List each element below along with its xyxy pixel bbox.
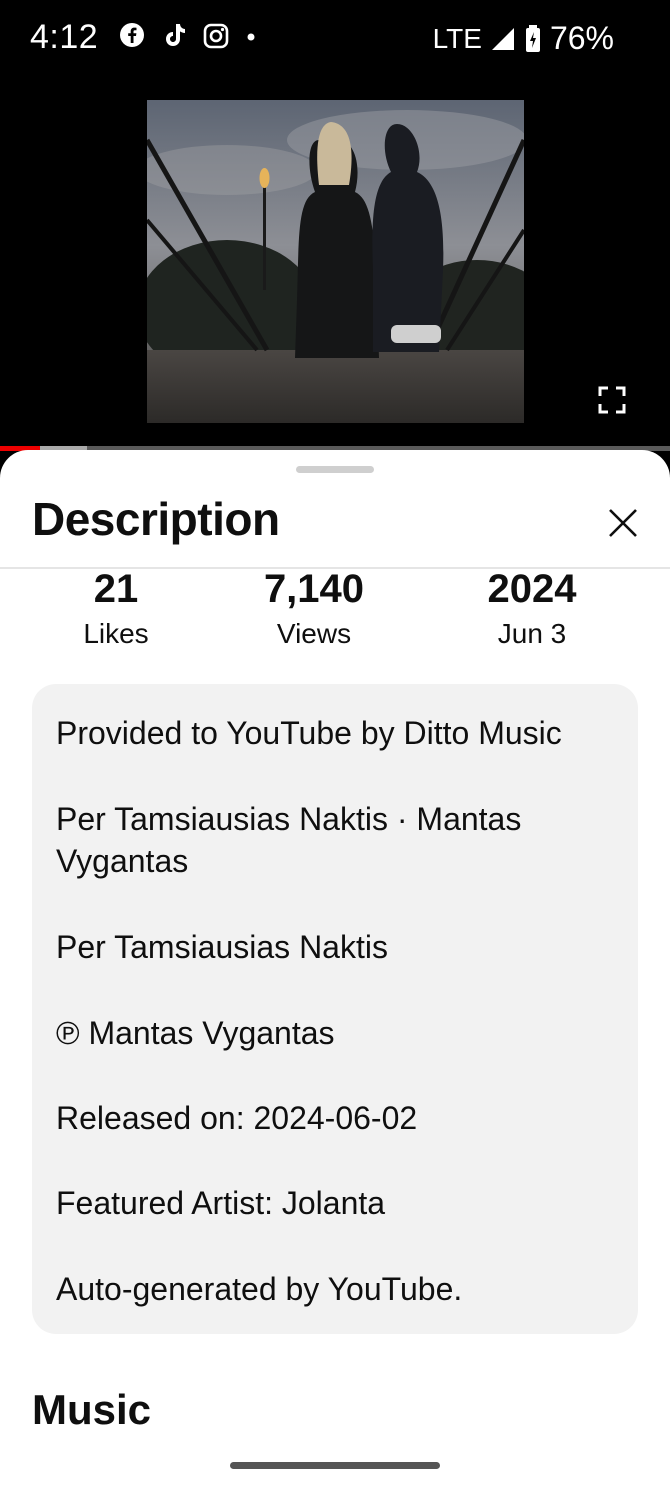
likes-count: 21: [93, 567, 139, 611]
stats-row: 21 Likes 7,140 Views 2024 Jun 3: [0, 568, 670, 658]
network-label: LTE: [432, 22, 482, 54]
stat-views: 7,140 Views: [234, 568, 394, 650]
signal-icon: [491, 27, 514, 50]
home-indicator[interactable]: [230, 1462, 440, 1469]
stat-date: 2024 Jun 3: [462, 568, 602, 650]
video-player[interactable]: [0, 74, 670, 450]
tiktok-icon: [166, 24, 185, 46]
description-line: Featured Artist: Jolanta: [56, 1185, 386, 1221]
drag-handle[interactable]: [296, 466, 374, 473]
description-sheet: Description 21 Likes 7,140 Views 2024 Ju…: [0, 450, 670, 1488]
description-line: Released on: 2024-06-02: [56, 1100, 418, 1136]
stat-likes: 21 Likes: [56, 568, 176, 650]
status-right: LTE 76%: [433, 20, 614, 57]
notification-icons: [118, 20, 258, 50]
fullscreen-icon[interactable]: [598, 386, 626, 414]
battery-charging-icon: [525, 24, 540, 52]
upload-date: Jun 3: [497, 618, 567, 649]
video-thumbnail: [147, 100, 524, 423]
views-count: 7,140: [263, 567, 365, 611]
battery-percent: 76%: [549, 20, 614, 56]
description-text-box: Provided to YouTube by Ditto Music Per T…: [32, 684, 638, 1334]
status-bar: 4:12 LTE 76%: [0, 0, 670, 74]
description-line: Auto-generated by YouTube.: [56, 1271, 463, 1307]
description-line: Provided to YouTube by Ditto Music: [56, 715, 562, 751]
sheet-title: Description: [32, 493, 280, 545]
music-section-heading: Music: [32, 1386, 152, 1433]
views-label: Views: [276, 618, 352, 649]
facebook-icon: [120, 23, 144, 47]
instagram-icon: [203, 23, 229, 49]
close-icon: [609, 509, 637, 537]
description-line: Per Tamsiausias Naktis · Mantas Vygantas: [56, 801, 522, 879]
close-button[interactable]: [600, 500, 646, 546]
description-line: Per Tamsiausias Naktis: [56, 929, 388, 965]
dot-icon: [247, 33, 255, 41]
status-time: 4:12: [30, 18, 99, 56]
description-line: ℗ Mantas Vygantas: [56, 1015, 335, 1051]
upload-year: 2024: [487, 567, 577, 611]
likes-label: Likes: [83, 618, 149, 649]
